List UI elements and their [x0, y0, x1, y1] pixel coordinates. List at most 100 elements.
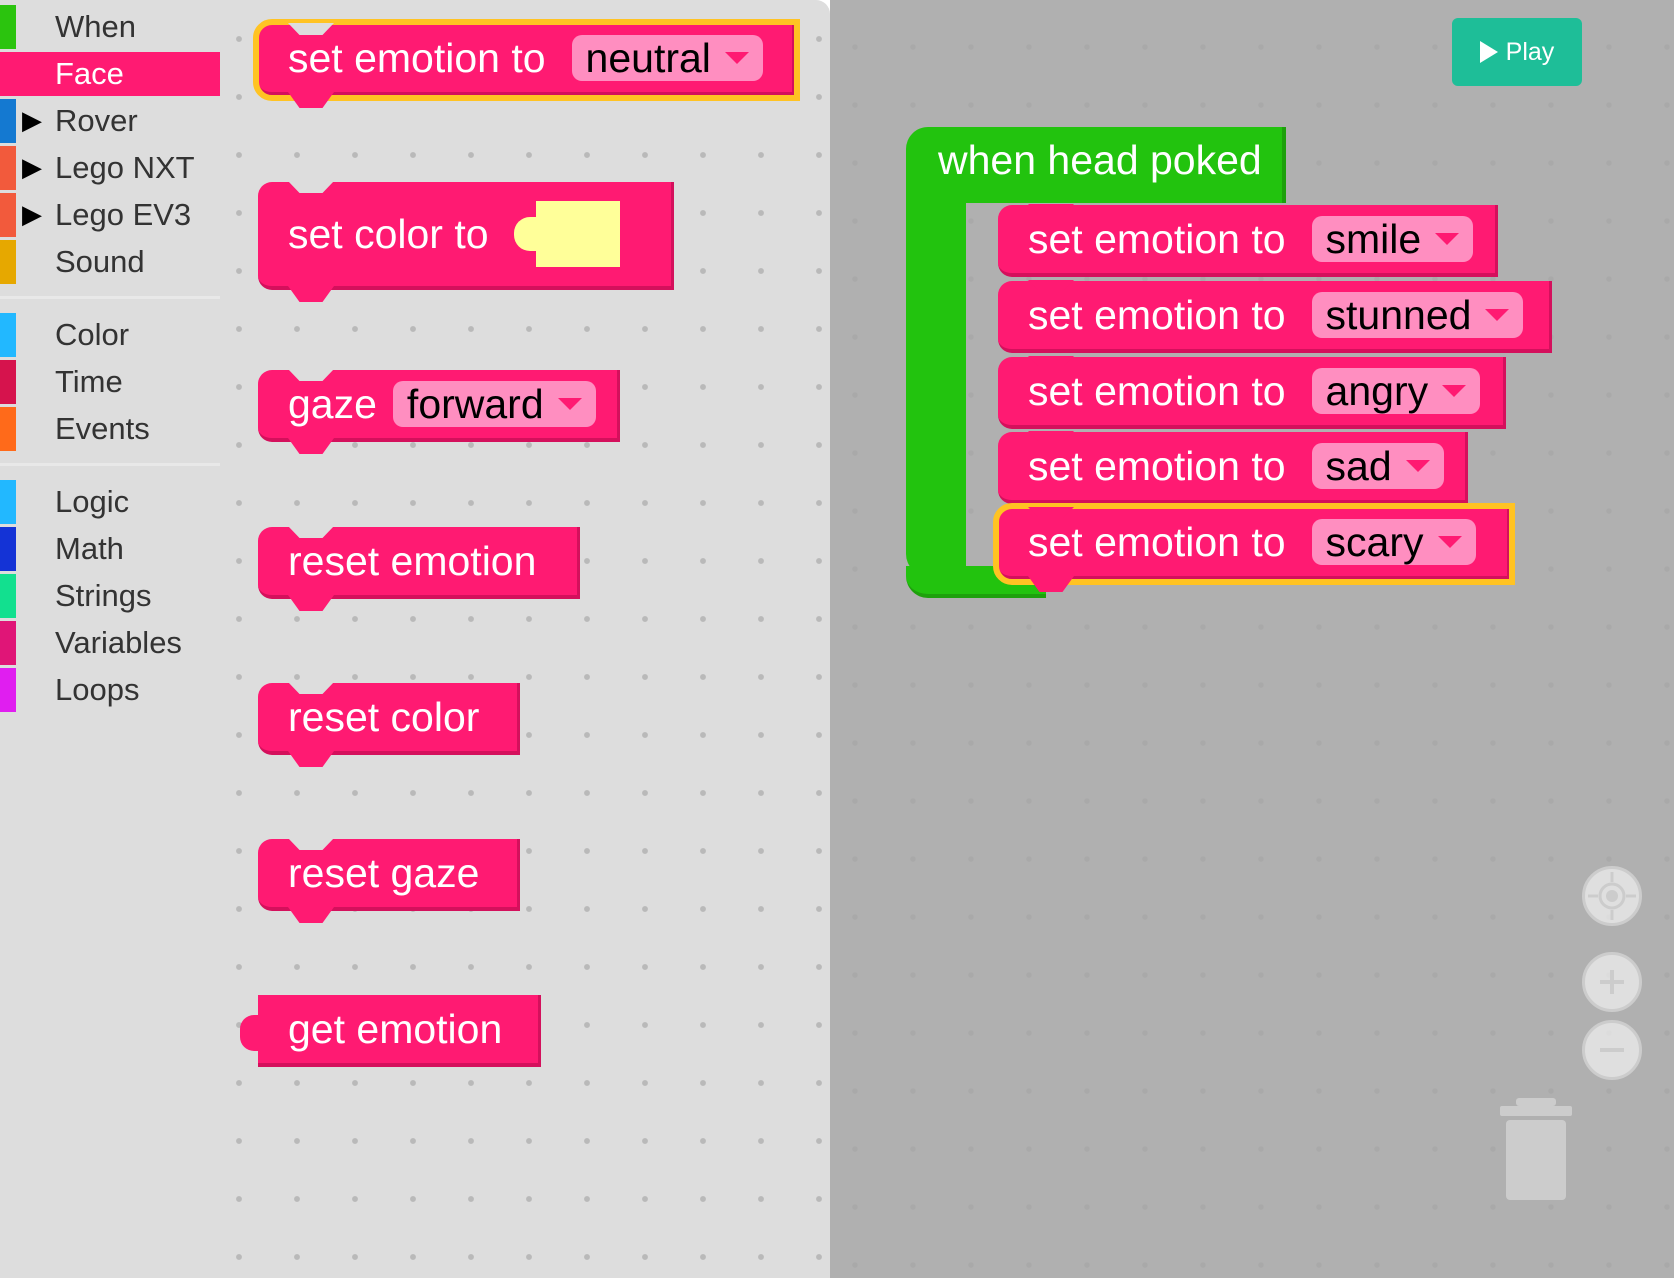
get-emotion-block[interactable]: get emotion — [240, 995, 541, 1067]
expand-arrow-icon[interactable]: ▶ — [22, 152, 42, 183]
event-block-arm — [906, 196, 966, 576]
dropdown-value: sad — [1325, 442, 1392, 489]
block-connector — [288, 526, 334, 538]
block-label: set emotion to — [1028, 442, 1286, 489]
minus-icon — [1600, 1048, 1624, 1052]
expand-arrow-icon[interactable]: ▶ — [22, 105, 42, 136]
category-logic[interactable]: Logic — [0, 480, 220, 524]
zoom-in-button[interactable] — [1582, 952, 1642, 1012]
block-label: reset emotion — [288, 537, 537, 584]
target-icon — [1588, 872, 1636, 920]
category-color-swatch — [0, 313, 16, 357]
chevron-down-icon — [1405, 460, 1430, 472]
block-label: set emotion to — [1028, 518, 1286, 565]
reset-color-block[interactable]: reset color — [258, 682, 520, 767]
category-separator — [0, 463, 220, 466]
block-connector — [288, 181, 334, 193]
emotion-dropdown[interactable]: sad — [1311, 442, 1444, 489]
category-label: Variables — [55, 625, 182, 660]
category-label: Lego NXT — [55, 150, 195, 185]
block-label: set color to — [288, 210, 489, 257]
category-strings[interactable]: Strings — [0, 574, 220, 618]
block-label: gaze — [288, 380, 377, 427]
category-face[interactable]: Face — [0, 52, 220, 96]
dropdown-value: scary — [1325, 518, 1424, 565]
category-time[interactable]: Time — [0, 360, 220, 404]
block-label: reset gaze — [288, 849, 480, 896]
chevron-down-icon — [557, 398, 582, 410]
category-label: When — [55, 9, 136, 44]
plus-icon — [1600, 970, 1624, 994]
reset-gaze-block[interactable]: reset gaze — [258, 838, 520, 923]
statement-block-smile[interactable]: set emotion to smile — [998, 204, 1498, 277]
chevron-down-icon — [1442, 385, 1467, 397]
block-connector — [288, 369, 334, 381]
category-when[interactable]: When — [0, 5, 220, 49]
category-color-swatch — [0, 360, 16, 404]
category-label: Time — [55, 364, 123, 399]
gaze-block[interactable]: gaze forward — [258, 369, 620, 454]
category-events[interactable]: Events — [0, 407, 220, 451]
statement-block-scary[interactable]: set emotion to scary — [993, 503, 1515, 592]
emotion-dropdown[interactable]: stunned — [1311, 292, 1524, 338]
play-icon — [1479, 41, 1498, 63]
play-button-label: Play — [1505, 37, 1555, 66]
category-color-swatch — [0, 193, 16, 237]
category-color[interactable]: Color — [0, 313, 220, 357]
block-output-connector — [240, 1015, 262, 1051]
category-sound[interactable]: Sound — [0, 240, 220, 284]
block-connector — [1028, 356, 1074, 368]
statement-block-angry[interactable]: set emotion to angry — [998, 356, 1506, 429]
category-rover[interactable]: ▶ Rover — [0, 99, 220, 143]
when-head-poked-block[interactable]: when head poked — [906, 127, 1286, 203]
category-loops[interactable]: Loops — [0, 668, 220, 712]
category-lego-ev3[interactable]: ▶ Lego EV3 — [0, 193, 220, 237]
gaze-dropdown[interactable]: forward — [392, 381, 596, 427]
set-color-block[interactable]: set color to — [258, 181, 674, 302]
block-label: set emotion to — [1028, 291, 1286, 338]
emotion-dropdown[interactable]: neutral — [571, 35, 763, 81]
category-label: Color — [55, 317, 130, 352]
play-button[interactable]: Play — [1452, 18, 1582, 86]
category-math[interactable]: Math — [0, 527, 220, 571]
block-connector — [1028, 280, 1074, 292]
block-label: get emotion — [288, 1005, 503, 1052]
category-label: Sound — [55, 244, 145, 279]
category-variables[interactable]: Variables — [0, 621, 220, 665]
category-separator — [0, 296, 220, 299]
recenter-button[interactable] — [1582, 866, 1642, 926]
category-color-swatch — [0, 52, 16, 96]
color-value-slot[interactable] — [513, 198, 623, 270]
reset-emotion-block[interactable]: reset emotion — [258, 526, 580, 611]
block-connector — [1028, 204, 1074, 216]
category-color-swatch — [0, 480, 16, 524]
block-label: set emotion to — [1028, 215, 1286, 262]
block-connector — [1028, 431, 1074, 443]
block-connector — [1028, 507, 1074, 519]
category-label: Math — [55, 531, 124, 566]
category-color-swatch — [0, 668, 16, 712]
block-connector — [288, 682, 334, 694]
expand-arrow-icon[interactable]: ▶ — [22, 199, 42, 230]
chevron-down-icon — [1435, 233, 1460, 245]
emotion-dropdown[interactable]: scary — [1311, 518, 1476, 565]
category-label: Loops — [55, 672, 140, 707]
category-color-swatch — [0, 240, 16, 284]
block-label: reset color — [288, 693, 480, 740]
dropdown-value: smile — [1325, 215, 1422, 262]
block-connector — [288, 23, 334, 35]
zoom-out-button[interactable] — [1582, 1020, 1642, 1080]
emotion-dropdown[interactable]: smile — [1311, 215, 1474, 262]
block-label: set emotion to — [1028, 367, 1286, 414]
statement-block-sad[interactable]: set emotion to sad — [998, 431, 1468, 504]
chevron-down-icon — [1485, 309, 1510, 321]
statement-block-stunned[interactable]: set emotion to stunned — [998, 280, 1552, 353]
emotion-dropdown[interactable]: angry — [1311, 368, 1481, 414]
category-color-swatch — [0, 527, 16, 571]
chevron-down-icon — [1437, 536, 1462, 548]
category-color-swatch — [0, 146, 16, 190]
category-label: Events — [55, 411, 150, 446]
trash-can[interactable] — [1500, 1098, 1572, 1202]
category-lego-nxt[interactable]: ▶ Lego NXT — [0, 146, 220, 190]
set-emotion-block[interactable]: set emotion to neutral — [253, 19, 800, 108]
